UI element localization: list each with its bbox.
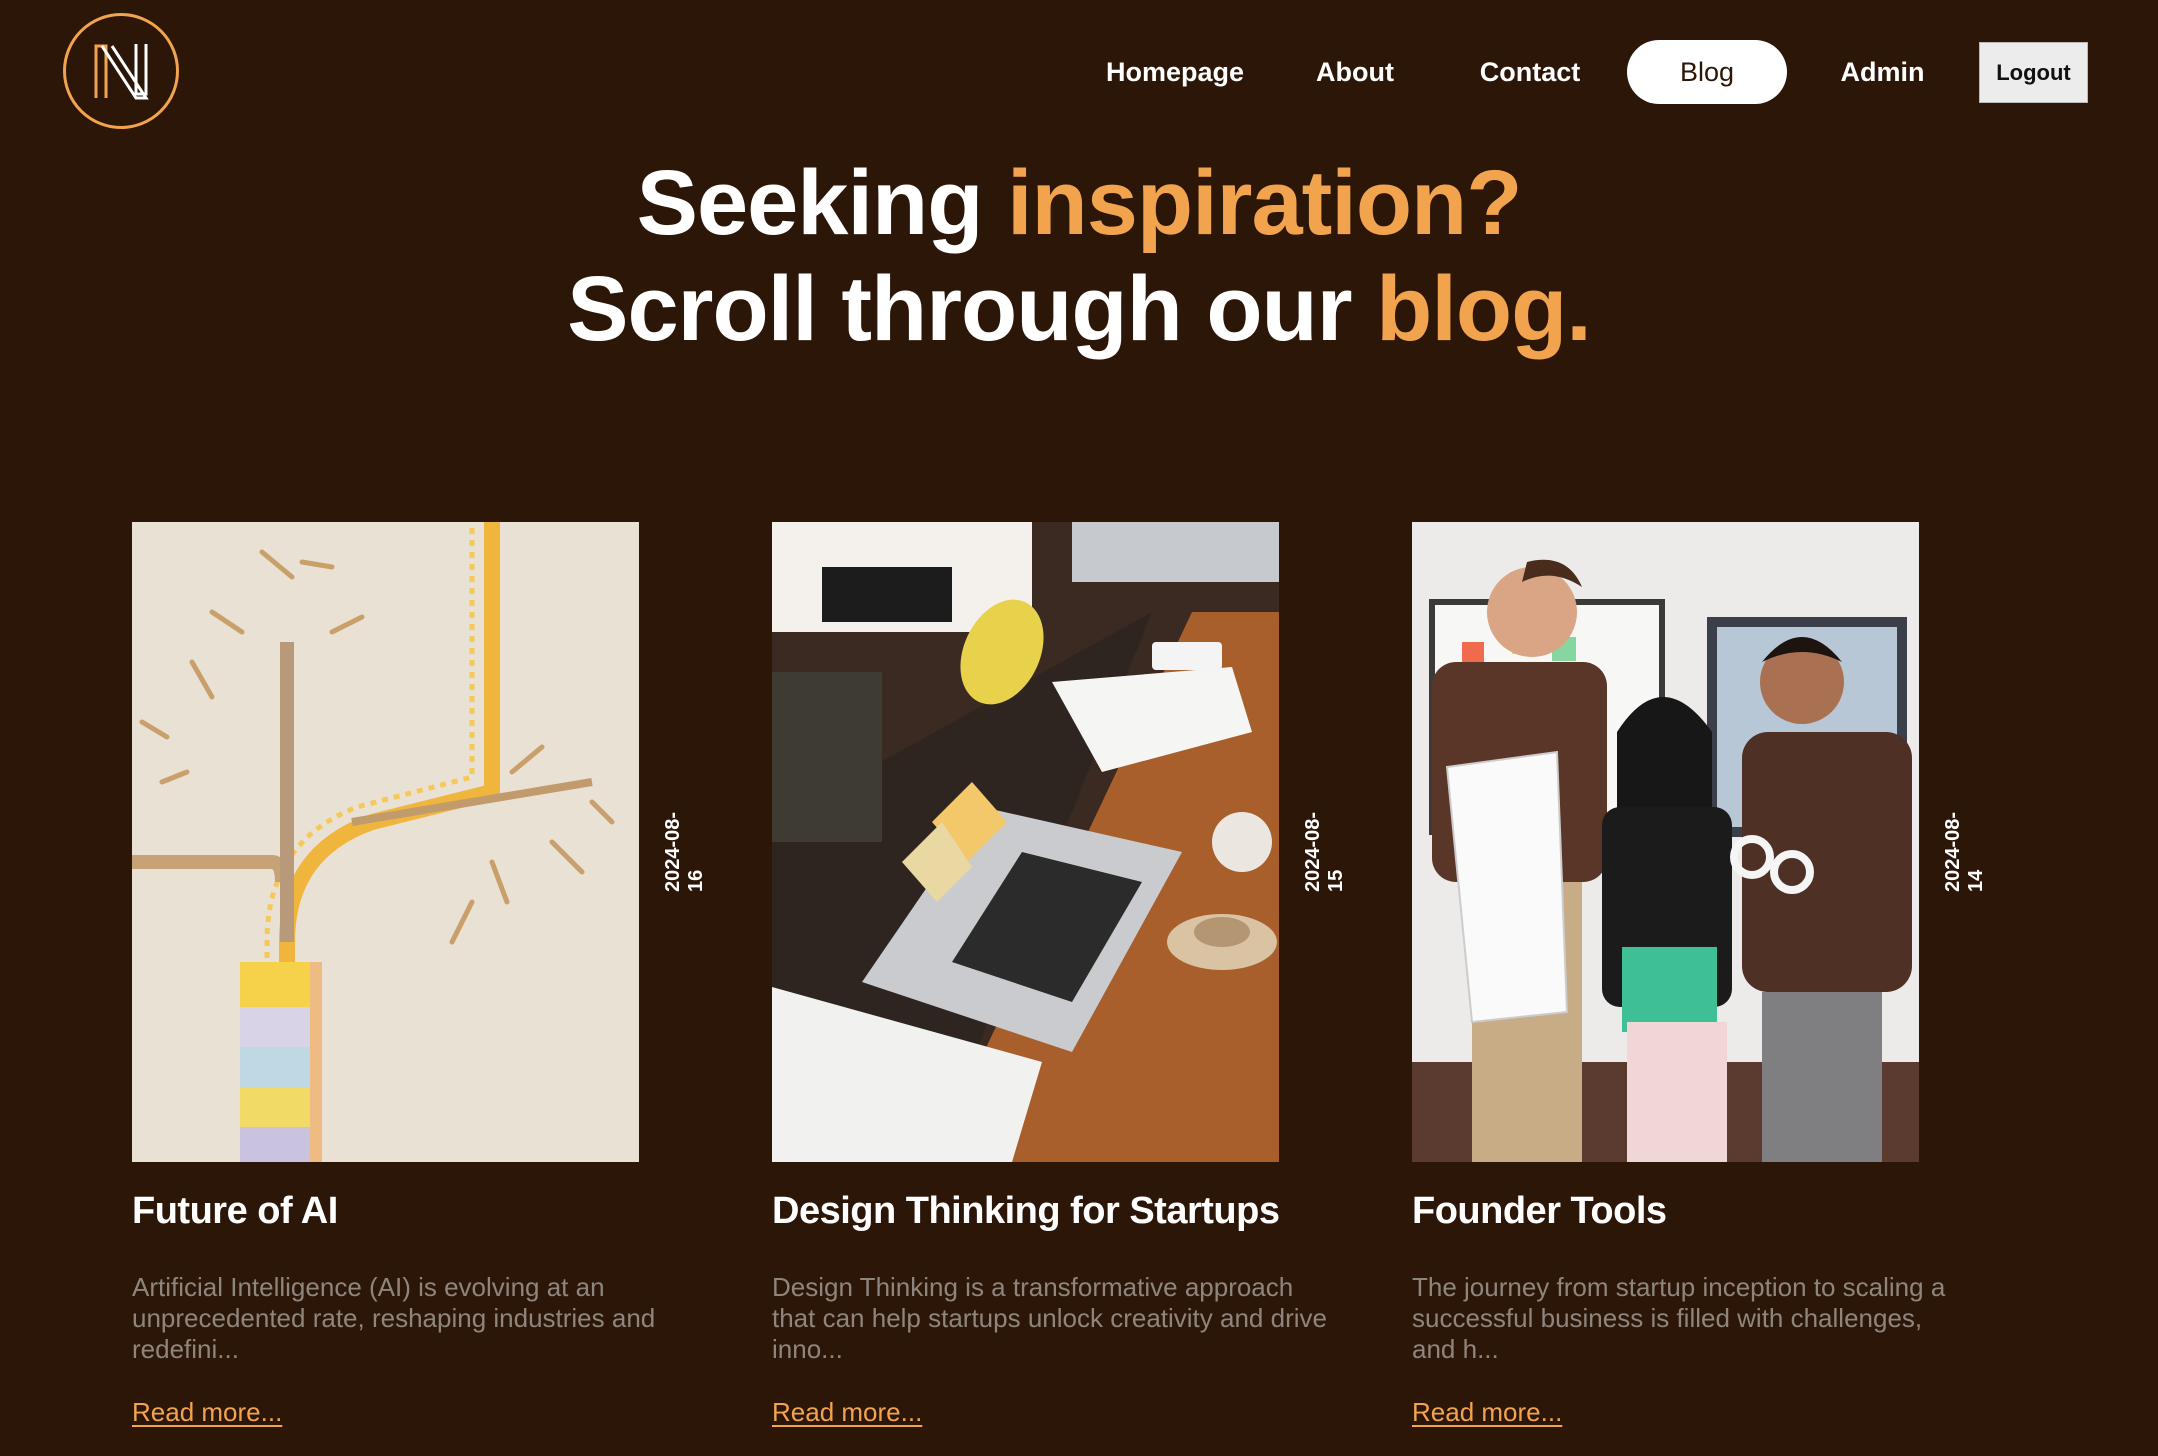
- post-excerpt: Design Thinking is a transformative appr…: [772, 1272, 1327, 1364]
- post-excerpt: The journey from startup inception to sc…: [1412, 1272, 1946, 1364]
- hero-heading: Seeking inspiration? Scroll through our …: [0, 150, 2158, 362]
- blog-card: 2024-08-16 Future of AI Artificial Intel…: [132, 522, 752, 1442]
- post-date: 2024-08-16: [662, 811, 707, 892]
- nav-about[interactable]: About: [1300, 40, 1410, 104]
- blog-card: 2024-08-14 Founder Tools The journey fro…: [1412, 522, 2032, 1442]
- logout-button[interactable]: Logout: [1979, 42, 2088, 103]
- nav-homepage[interactable]: Homepage: [1100, 40, 1250, 104]
- post-title[interactable]: Founder Tools: [1412, 1190, 2052, 1233]
- read-more-link[interactable]: Read more...: [1412, 1397, 1562, 1428]
- blog-card: 2024-08-15 Design Thinking for Startups …: [772, 522, 1392, 1442]
- team-photo[interactable]: [1412, 522, 1919, 1162]
- post-date: 2024-08-15: [1302, 811, 1347, 892]
- post-excerpt: Artificial Intelligence (AI) is evolving…: [132, 1272, 656, 1364]
- read-more-link[interactable]: Read more...: [132, 1397, 282, 1428]
- hero-line-1: Seeking inspiration?: [0, 150, 2158, 256]
- laptop-desk-photo[interactable]: [772, 522, 1279, 1162]
- hero-line-1-plain: Seeking: [636, 152, 1007, 254]
- hero-line-2-plain: Scroll through our: [567, 258, 1377, 360]
- hero-line-2-accent: blog.: [1376, 258, 1592, 360]
- post-title[interactable]: Future of AI: [132, 1190, 772, 1233]
- hero-line-1-accent: inspiration?: [1006, 152, 1522, 254]
- railway-tracks-photo[interactable]: [132, 522, 639, 1162]
- post-date: 2024-08-14: [1942, 811, 1987, 892]
- post-title[interactable]: Design Thinking for Startups: [772, 1190, 1412, 1233]
- nav-blog-active[interactable]: Blog: [1627, 40, 1787, 104]
- nav-contact[interactable]: Contact: [1470, 40, 1590, 104]
- hero-line-2: Scroll through our blog.: [0, 256, 2158, 362]
- nav-admin[interactable]: Admin: [1830, 40, 1935, 104]
- read-more-link[interactable]: Read more...: [772, 1397, 922, 1428]
- main-nav: Homepage About Contact Blog Admin: [0, 40, 2158, 104]
